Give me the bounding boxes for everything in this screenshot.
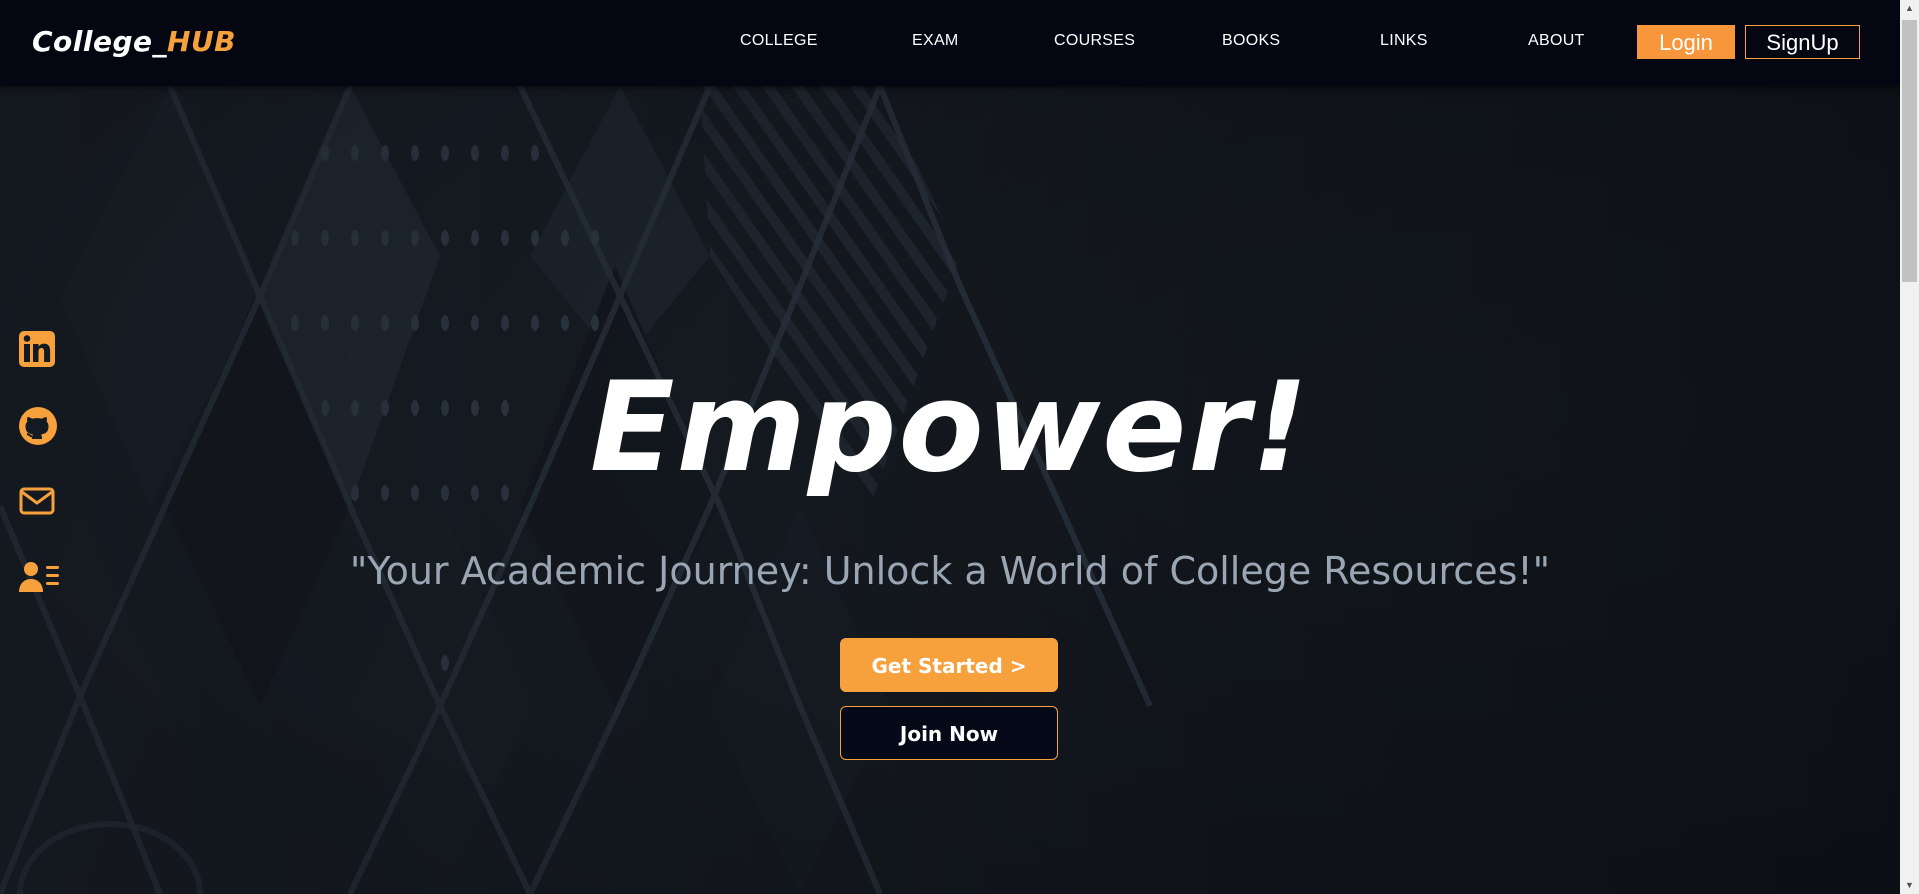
scroll-down-arrow-icon[interactable]: ▼ [1900, 877, 1919, 894]
nav-links: COLLEGE EXAM COURSES BOOKS LINKS ABOUT [700, 0, 1600, 86]
nav-link-links[interactable]: LINKS [1380, 32, 1428, 50]
nav-link-exam[interactable]: EXAM [912, 32, 959, 50]
join-now-button[interactable]: Join Now [840, 706, 1058, 760]
mail-icon[interactable] [18, 482, 60, 524]
get-started-button[interactable]: Get Started > [840, 638, 1058, 692]
scroll-thumb[interactable] [1902, 20, 1917, 282]
hero-headline: Empower! [589, 356, 1311, 500]
github-icon[interactable] [18, 406, 60, 448]
logo-main-text: College_ [32, 25, 168, 58]
nav-link-courses[interactable]: COURSES [1054, 32, 1135, 50]
page: College_HUB COLLEGE EXAM COURSES BOOKS L… [0, 0, 1919, 894]
nav-link-about[interactable]: ABOUT [1528, 32, 1585, 50]
vertical-scrollbar[interactable]: ▲ ▼ [1900, 0, 1919, 894]
linkedin-icon[interactable] [18, 330, 60, 372]
hero-subtitle: "Your Academic Journey: Unlock a World o… [349, 549, 1551, 593]
site-logo[interactable]: College_HUB [32, 24, 236, 60]
logo-accent-text: HUB [167, 25, 237, 58]
signup-button[interactable]: SignUp [1745, 25, 1860, 59]
nav-link-books[interactable]: BOOKS [1222, 32, 1280, 50]
contact-card-icon[interactable] [18, 558, 60, 600]
login-button[interactable]: Login [1637, 25, 1735, 59]
navbar: College_HUB COLLEGE EXAM COURSES BOOKS L… [0, 0, 1900, 86]
scroll-up-arrow-icon[interactable]: ▲ [1900, 0, 1919, 17]
nav-link-college[interactable]: COLLEGE [740, 32, 818, 50]
